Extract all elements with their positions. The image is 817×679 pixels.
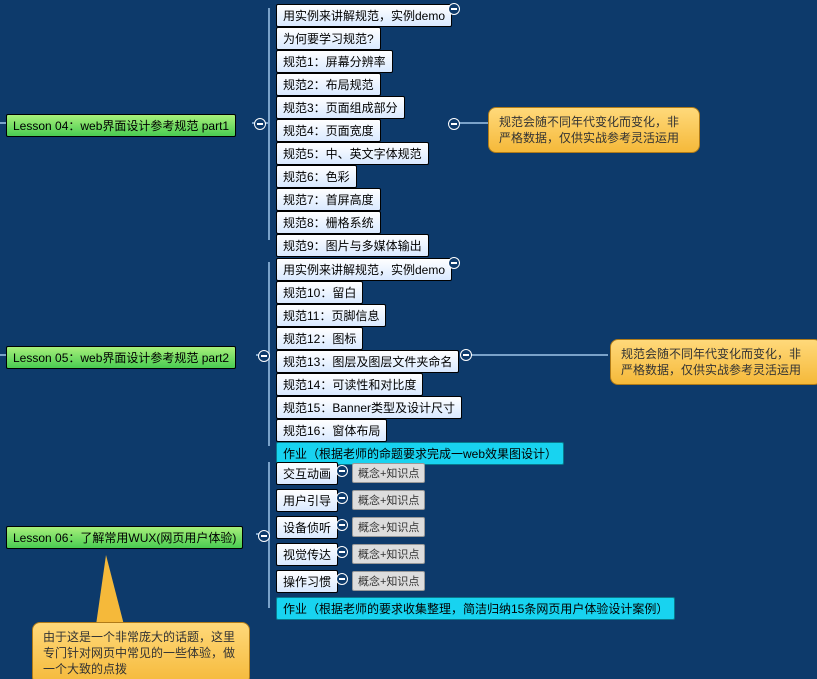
l6-item-3[interactable]: 视觉传达: [276, 543, 338, 566]
l5-item-3[interactable]: 规范12：图标: [276, 327, 363, 350]
l6-item-2[interactable]: 设备侦听: [276, 516, 338, 539]
callout-l6: 由于这是一个非常庞大的话题，这里专门针对网页中常见的一些体验，做一个大致的点拨: [32, 622, 250, 679]
lesson-04-label: Lesson 04：web界面设计参考规范 part1: [13, 119, 229, 133]
lesson-04[interactable]: Lesson 04：web界面设计参考规范 part1: [6, 114, 236, 137]
l4-item-10[interactable]: 规范9：图片与多媒体输出: [276, 234, 429, 257]
lesson-06-label: Lesson 06：了解常用WUX(网页用户体验): [13, 531, 236, 545]
l4-item-7[interactable]: 规范6：色彩: [276, 165, 357, 188]
l4-item-4[interactable]: 规范3：页面组成部分: [276, 96, 405, 119]
l5-item-1[interactable]: 规范10：留白: [276, 281, 363, 304]
expand-icon[interactable]: [258, 350, 270, 362]
l4-item-2[interactable]: 规范1：屏幕分辨率: [276, 50, 393, 73]
l5-item-5[interactable]: 规范14：可读性和对比度: [276, 373, 423, 396]
l5-item-7[interactable]: 规范16：窗体布局: [276, 419, 387, 442]
expand-icon[interactable]: [336, 519, 348, 531]
expand-icon[interactable]: [336, 492, 348, 504]
expand-icon[interactable]: [254, 118, 266, 130]
lesson-06[interactable]: Lesson 06：了解常用WUX(网页用户体验): [6, 526, 243, 549]
l4-item-3[interactable]: 规范2：布局规范: [276, 73, 381, 96]
l5-item-4[interactable]: 规范13：图层及图层文件夹命名: [276, 350, 459, 373]
lesson-05[interactable]: Lesson 05：web界面设计参考规范 part2: [6, 346, 236, 369]
l4-item-5[interactable]: 规范4：页面宽度: [276, 119, 381, 142]
l5-item-2[interactable]: 规范11：页脚信息: [276, 304, 386, 327]
expand-icon[interactable]: [460, 349, 472, 361]
expand-icon[interactable]: [336, 465, 348, 477]
l5-item-0[interactable]: 用实例来讲解规范，实例demo: [276, 258, 452, 281]
l6-item-0[interactable]: 交互动画: [276, 462, 338, 485]
l6-homework[interactable]: 作业（根据老师的要求收集整理，简洁归纳15条网页用户体验设计案例）: [276, 597, 675, 620]
expand-icon[interactable]: [448, 257, 460, 269]
l6-tag-4[interactable]: 概念+知识点: [352, 571, 425, 591]
expand-icon[interactable]: [448, 118, 460, 130]
expand-icon[interactable]: [336, 573, 348, 585]
l6-tag-2[interactable]: 概念+知识点: [352, 517, 425, 537]
callout-l4: 规范会随不同年代变化而变化，非严格数据，仅供实战参考灵活运用: [488, 107, 700, 153]
l6-item-4[interactable]: 操作习惯: [276, 570, 338, 593]
callout-l5: 规范会随不同年代变化而变化，非严格数据，仅供实战参考灵活运用: [610, 339, 817, 385]
l4-item-8[interactable]: 规范7：首屏高度: [276, 188, 381, 211]
expand-icon[interactable]: [258, 530, 270, 542]
l6-tag-0[interactable]: 概念+知识点: [352, 463, 425, 483]
l5-item-6[interactable]: 规范15：Banner类型及设计尺寸: [276, 396, 462, 419]
lesson-05-label: Lesson 05：web界面设计参考规范 part2: [13, 351, 229, 365]
l4-item-0[interactable]: 用实例来讲解规范，实例demo: [276, 4, 452, 27]
l4-item-1[interactable]: 为何要学习规范?: [276, 27, 381, 50]
l6-item-1[interactable]: 用户引导: [276, 489, 338, 512]
expand-icon[interactable]: [448, 3, 460, 15]
l4-item-9[interactable]: 规范8：栅格系统: [276, 211, 381, 234]
l4-item-6[interactable]: 规范5：中、英文字体规范: [276, 142, 429, 165]
expand-icon[interactable]: [336, 546, 348, 558]
callout-tail-icon: [96, 555, 124, 625]
l6-tag-3[interactable]: 概念+知识点: [352, 544, 425, 564]
l6-tag-1[interactable]: 概念+知识点: [352, 490, 425, 510]
